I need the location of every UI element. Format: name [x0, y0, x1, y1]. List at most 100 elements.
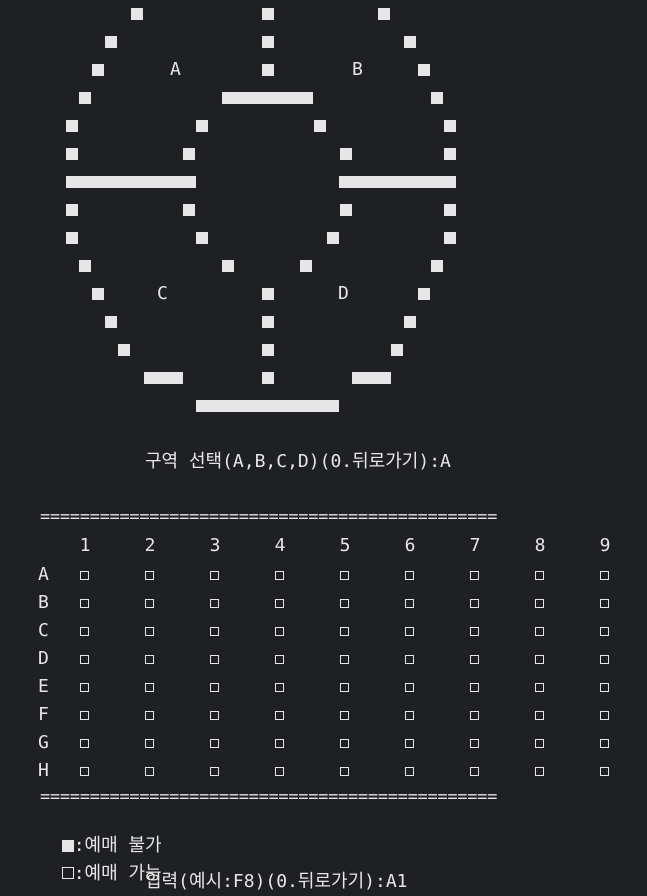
seat-D8[interactable] — [535, 655, 544, 664]
seat-input-prompt[interactable]: 입력(예시:F8)(0.뒤로가기):A1 — [145, 872, 408, 892]
seat-A3[interactable] — [210, 571, 219, 580]
row-label: B — [38, 592, 49, 613]
map-block — [314, 120, 326, 132]
map-block — [92, 288, 104, 300]
map-block — [444, 204, 456, 216]
row-label: D — [38, 648, 49, 669]
seat-E3[interactable] — [210, 683, 219, 692]
map-bar — [196, 400, 339, 412]
seat-E2[interactable] — [145, 683, 154, 692]
seat-H1[interactable] — [80, 767, 89, 776]
seat-H5[interactable] — [340, 767, 349, 776]
seat-C5[interactable] — [340, 627, 349, 636]
seat-G3[interactable] — [210, 739, 219, 748]
map-block — [404, 316, 416, 328]
seat-B2[interactable] — [145, 599, 154, 608]
seat-E4[interactable] — [275, 683, 284, 692]
map-block — [262, 344, 274, 356]
seat-F8[interactable] — [535, 711, 544, 720]
seat-B5[interactable] — [340, 599, 349, 608]
seat-A2[interactable] — [145, 571, 154, 580]
seat-D4[interactable] — [275, 655, 284, 664]
seat-E9[interactable] — [600, 683, 609, 692]
seat-A1[interactable] — [80, 571, 89, 580]
seat-D9[interactable] — [600, 655, 609, 664]
map-block — [92, 64, 104, 76]
seat-B4[interactable] — [275, 599, 284, 608]
seat-H6[interactable] — [405, 767, 414, 776]
row-label: G — [38, 732, 49, 753]
seat-F2[interactable] — [145, 711, 154, 720]
seat-C3[interactable] — [210, 627, 219, 636]
seat-A9[interactable] — [600, 571, 609, 580]
section-label-d: D — [338, 283, 349, 304]
seat-H3[interactable] — [210, 767, 219, 776]
seat-F7[interactable] — [470, 711, 479, 720]
seat-E8[interactable] — [535, 683, 544, 692]
map-block — [340, 204, 352, 216]
seat-H4[interactable] — [275, 767, 284, 776]
seat-D1[interactable] — [80, 655, 89, 664]
seat-B3[interactable] — [210, 599, 219, 608]
seat-H9[interactable] — [600, 767, 609, 776]
seat-F4[interactable] — [275, 711, 284, 720]
seat-B7[interactable] — [470, 599, 479, 608]
seat-B1[interactable] — [80, 599, 89, 608]
seat-F1[interactable] — [80, 711, 89, 720]
seat-H8[interactable] — [535, 767, 544, 776]
seat-C7[interactable] — [470, 627, 479, 636]
seat-G1[interactable] — [80, 739, 89, 748]
seat-C8[interactable] — [535, 627, 544, 636]
seat-G4[interactable] — [275, 739, 284, 748]
seat-E5[interactable] — [340, 683, 349, 692]
seat-F9[interactable] — [600, 711, 609, 720]
seat-D7[interactable] — [470, 655, 479, 664]
map-bar — [66, 176, 196, 188]
map-block — [444, 148, 456, 160]
seat-C2[interactable] — [145, 627, 154, 636]
seat-G6[interactable] — [405, 739, 414, 748]
map-block — [66, 120, 78, 132]
seat-H2[interactable] — [145, 767, 154, 776]
seat-E6[interactable] — [405, 683, 414, 692]
seat-G9[interactable] — [600, 739, 609, 748]
seat-E7[interactable] — [470, 683, 479, 692]
seat-F5[interactable] — [340, 711, 349, 720]
seat-E1[interactable] — [80, 683, 89, 692]
seat-F6[interactable] — [405, 711, 414, 720]
seat-B8[interactable] — [535, 599, 544, 608]
seat-D6[interactable] — [405, 655, 414, 664]
seat-A8[interactable] — [535, 571, 544, 580]
map-block — [404, 36, 416, 48]
map-block — [431, 92, 443, 104]
seat-B6[interactable] — [405, 599, 414, 608]
seat-C9[interactable] — [600, 627, 609, 636]
seat-D2[interactable] — [145, 655, 154, 664]
seat-B9[interactable] — [600, 599, 609, 608]
map-block — [79, 260, 91, 272]
seat-C6[interactable] — [405, 627, 414, 636]
seat-C1[interactable] — [80, 627, 89, 636]
seat-A6[interactable] — [405, 571, 414, 580]
seat-D3[interactable] — [210, 655, 219, 664]
seat-A5[interactable] — [340, 571, 349, 580]
map-bar — [222, 92, 313, 104]
seat-G8[interactable] — [535, 739, 544, 748]
map-block — [262, 316, 274, 328]
seat-C4[interactable] — [275, 627, 284, 636]
seat-A7[interactable] — [470, 571, 479, 580]
map-block — [444, 232, 456, 244]
seat-G7[interactable] — [470, 739, 479, 748]
empty-square-icon — [61, 867, 74, 879]
seat-F3[interactable] — [210, 711, 219, 720]
seat-D5[interactable] — [340, 655, 349, 664]
map-block — [183, 204, 195, 216]
grid-separator-top: ========================================… — [40, 507, 498, 527]
grid-separator-bottom: ========================================… — [40, 787, 498, 807]
seat-G2[interactable] — [145, 739, 154, 748]
seat-A4[interactable] — [275, 571, 284, 580]
seat-H7[interactable] — [470, 767, 479, 776]
column-header: 9 — [599, 535, 611, 556]
map-block — [444, 120, 456, 132]
seat-G5[interactable] — [340, 739, 349, 748]
